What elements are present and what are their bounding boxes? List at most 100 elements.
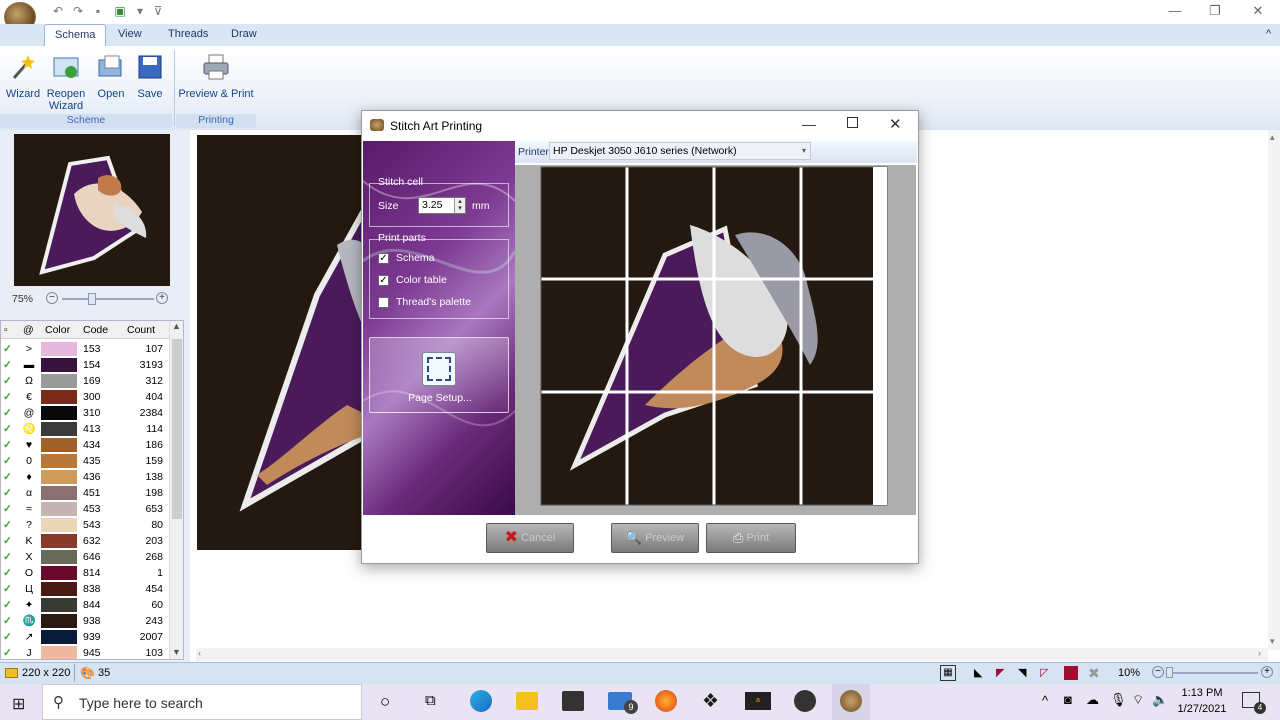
printer-select[interactable]: HP Deskjet 3050 J610 series (Network) ▾ bbox=[549, 142, 811, 160]
check-icon[interactable]: ✓ bbox=[3, 405, 15, 421]
canvas-horizontal-scrollbar[interactable]: ‹ › bbox=[196, 648, 1268, 661]
table-row[interactable]: ✓ α 451 198 bbox=[1, 485, 169, 501]
tab-view[interactable]: View bbox=[108, 24, 152, 46]
scroll-left-icon[interactable]: ‹ bbox=[198, 648, 201, 658]
scroll-up-icon[interactable]: ▴ bbox=[1270, 132, 1275, 143]
check-icon[interactable]: ✓ bbox=[3, 389, 15, 405]
tray-app-icon[interactable]: ◙ bbox=[1064, 692, 1072, 707]
zoom-in-button[interactable]: + bbox=[156, 292, 168, 304]
table-row[interactable]: ✓ ≈453 653 bbox=[1, 501, 169, 517]
wifi-icon[interactable]: ⌔ bbox=[1132, 692, 1144, 708]
preview-button[interactable]: 🔍 Preview bbox=[611, 523, 699, 553]
check-icon[interactable]: ✓ bbox=[3, 373, 15, 389]
zoom-slider-track[interactable] bbox=[62, 298, 154, 300]
pattern-canvas[interactable] bbox=[197, 135, 367, 550]
redo-icon[interactable]: ↷ bbox=[70, 3, 86, 19]
status-zoom-in-button[interactable]: + bbox=[1261, 666, 1273, 678]
print-button[interactable]: ⎙ Print bbox=[706, 523, 796, 553]
check-icon[interactable]: ✓ bbox=[3, 645, 15, 659]
dialog-minimize-icon[interactable]: — bbox=[802, 116, 816, 132]
threads-palette-checkbox[interactable] bbox=[378, 297, 389, 308]
dialog-close-icon[interactable]: ✕ bbox=[889, 115, 902, 133]
scroll-up-icon[interactable]: ▲ bbox=[172, 321, 181, 331]
check-icon[interactable]: ✓ bbox=[3, 597, 15, 613]
taskbar-search[interactable]: ⚲ Type here to search bbox=[42, 684, 362, 720]
check-icon[interactable]: ✓ bbox=[3, 533, 15, 549]
save-button[interactable]: Save bbox=[132, 50, 168, 114]
page-setup-button[interactable]: Page Setup... bbox=[369, 337, 509, 413]
table-row[interactable]: ✓ ▬ 154 3193 bbox=[1, 357, 169, 373]
zoom-slider-thumb[interactable] bbox=[88, 293, 96, 305]
tab-threads[interactable]: Threads bbox=[158, 24, 218, 46]
grid-icon[interactable]: ▦ bbox=[940, 665, 956, 681]
open-button[interactable]: Open bbox=[92, 50, 130, 114]
check-icon[interactable]: ✓ bbox=[3, 357, 15, 373]
canvas-vertical-scrollbar[interactable]: ▴ ▾ bbox=[1268, 130, 1280, 650]
check-icon[interactable]: ✓ bbox=[3, 341, 15, 357]
table-row[interactable]: ✓ K 632 203 bbox=[1, 533, 169, 549]
size-input[interactable]: 3.25 ▴ ▾ bbox=[418, 197, 466, 214]
table-row[interactable]: ✓ ♦ 436 138 bbox=[1, 469, 169, 485]
stitch-quarter-icon[interactable]: ◥ bbox=[1018, 666, 1026, 679]
status-zoom-slider[interactable] bbox=[1168, 672, 1258, 674]
table-row[interactable]: ✓ €300 404 bbox=[1, 389, 169, 405]
table-row[interactable]: ✓ ✦ 844 60 bbox=[1, 597, 169, 613]
check-icon[interactable]: ✓ bbox=[3, 485, 15, 501]
restore-icon[interactable]: ❐ bbox=[1204, 2, 1226, 20]
table-row[interactable]: ✓ J 945 103 bbox=[1, 645, 169, 659]
reopen-wizard-button[interactable]: Reopen Wizard bbox=[44, 50, 88, 114]
scroll-thumb[interactable] bbox=[172, 339, 182, 519]
obs-icon[interactable] bbox=[794, 690, 816, 712]
dialog-titlebar[interactable]: Stitch Art Printing — ✕ bbox=[362, 111, 918, 141]
color-fill-icon[interactable] bbox=[1064, 666, 1078, 680]
table-row[interactable]: ✓ ♥ 434 186 bbox=[1, 437, 169, 453]
check-icon[interactable]: ✓ bbox=[3, 517, 15, 533]
scroll-right-icon[interactable]: › bbox=[1258, 648, 1261, 658]
ribbon-collapse-icon[interactable]: ^ bbox=[1266, 28, 1271, 40]
table-row[interactable]: ✓? 543 80 bbox=[1, 517, 169, 533]
check-icon[interactable]: ✓ bbox=[3, 549, 15, 565]
check-icon[interactable]: ✓ bbox=[3, 421, 15, 437]
dialog-maximize-icon[interactable] bbox=[847, 117, 858, 128]
status-zoom-out-button[interactable]: − bbox=[1152, 666, 1164, 678]
edge-icon[interactable] bbox=[470, 690, 492, 712]
file-explorer-icon[interactable] bbox=[516, 692, 538, 710]
close-icon[interactable]: ✕ bbox=[1247, 2, 1269, 20]
check-icon[interactable]: ✓ bbox=[3, 453, 15, 469]
clock-date[interactable]: 1/27/2021 bbox=[1176, 703, 1228, 715]
store-icon[interactable] bbox=[562, 691, 584, 711]
quick-print-icon[interactable]: ▣ bbox=[112, 3, 128, 19]
clock-time[interactable]: 1:13 PM bbox=[1176, 687, 1228, 699]
volume-icon[interactable]: 🔈 bbox=[1152, 692, 1168, 708]
scroll-down-icon[interactable]: ▾ bbox=[1270, 636, 1275, 647]
erase-icon[interactable]: ✖ bbox=[1088, 665, 1100, 682]
table-row[interactable]: ✓ @310 2384 bbox=[1, 405, 169, 421]
check-icon[interactable]: ✓ bbox=[3, 629, 15, 645]
color-table-checkbox[interactable]: ✓ bbox=[378, 275, 389, 286]
table-row[interactable]: ✓ Ω 169 312 bbox=[1, 373, 169, 389]
firefox-icon[interactable] bbox=[655, 690, 677, 712]
tab-draw[interactable]: Draw bbox=[221, 24, 267, 46]
table-row[interactable]: ✓ X 646 268 bbox=[1, 549, 169, 565]
size-spinner-icon[interactable]: ▴ ▾ bbox=[454, 198, 465, 213]
undo-icon[interactable]: ↶ bbox=[50, 3, 66, 19]
table-row[interactable]: ✓ >153 107 bbox=[1, 341, 169, 357]
cancel-button[interactable]: ✖ Cancel bbox=[486, 523, 574, 553]
scroll-down-icon[interactable]: ▼ bbox=[172, 647, 181, 657]
save-quick-icon[interactable]: ▪ bbox=[90, 3, 106, 19]
wizard-button[interactable]: Wizard bbox=[4, 50, 42, 114]
customize-toolbar-icon[interactable]: ⊽ bbox=[150, 3, 166, 19]
tab-schema[interactable]: Schema bbox=[44, 24, 107, 46]
table-row[interactable]: ✓ O 814 1 bbox=[1, 565, 169, 581]
table-row[interactable]: ✓ 0 435 159 bbox=[1, 453, 169, 469]
status-zoom-thumb[interactable] bbox=[1166, 667, 1173, 678]
stitch-full-icon[interactable]: ◣ bbox=[974, 666, 982, 679]
table-row[interactable]: ✓ Ц 838 454 bbox=[1, 581, 169, 597]
tray-chevron-icon[interactable]: ^ bbox=[1042, 693, 1048, 708]
zoom-out-button[interactable]: − bbox=[46, 292, 58, 304]
check-icon[interactable]: ✓ bbox=[3, 437, 15, 453]
stitch-art-taskbar-item[interactable] bbox=[832, 684, 870, 720]
dropdown-arrow-icon[interactable]: ▾ bbox=[132, 3, 148, 19]
stitch-back-icon[interactable]: ◸ bbox=[1040, 666, 1048, 679]
minimize-icon[interactable]: — bbox=[1164, 2, 1186, 20]
